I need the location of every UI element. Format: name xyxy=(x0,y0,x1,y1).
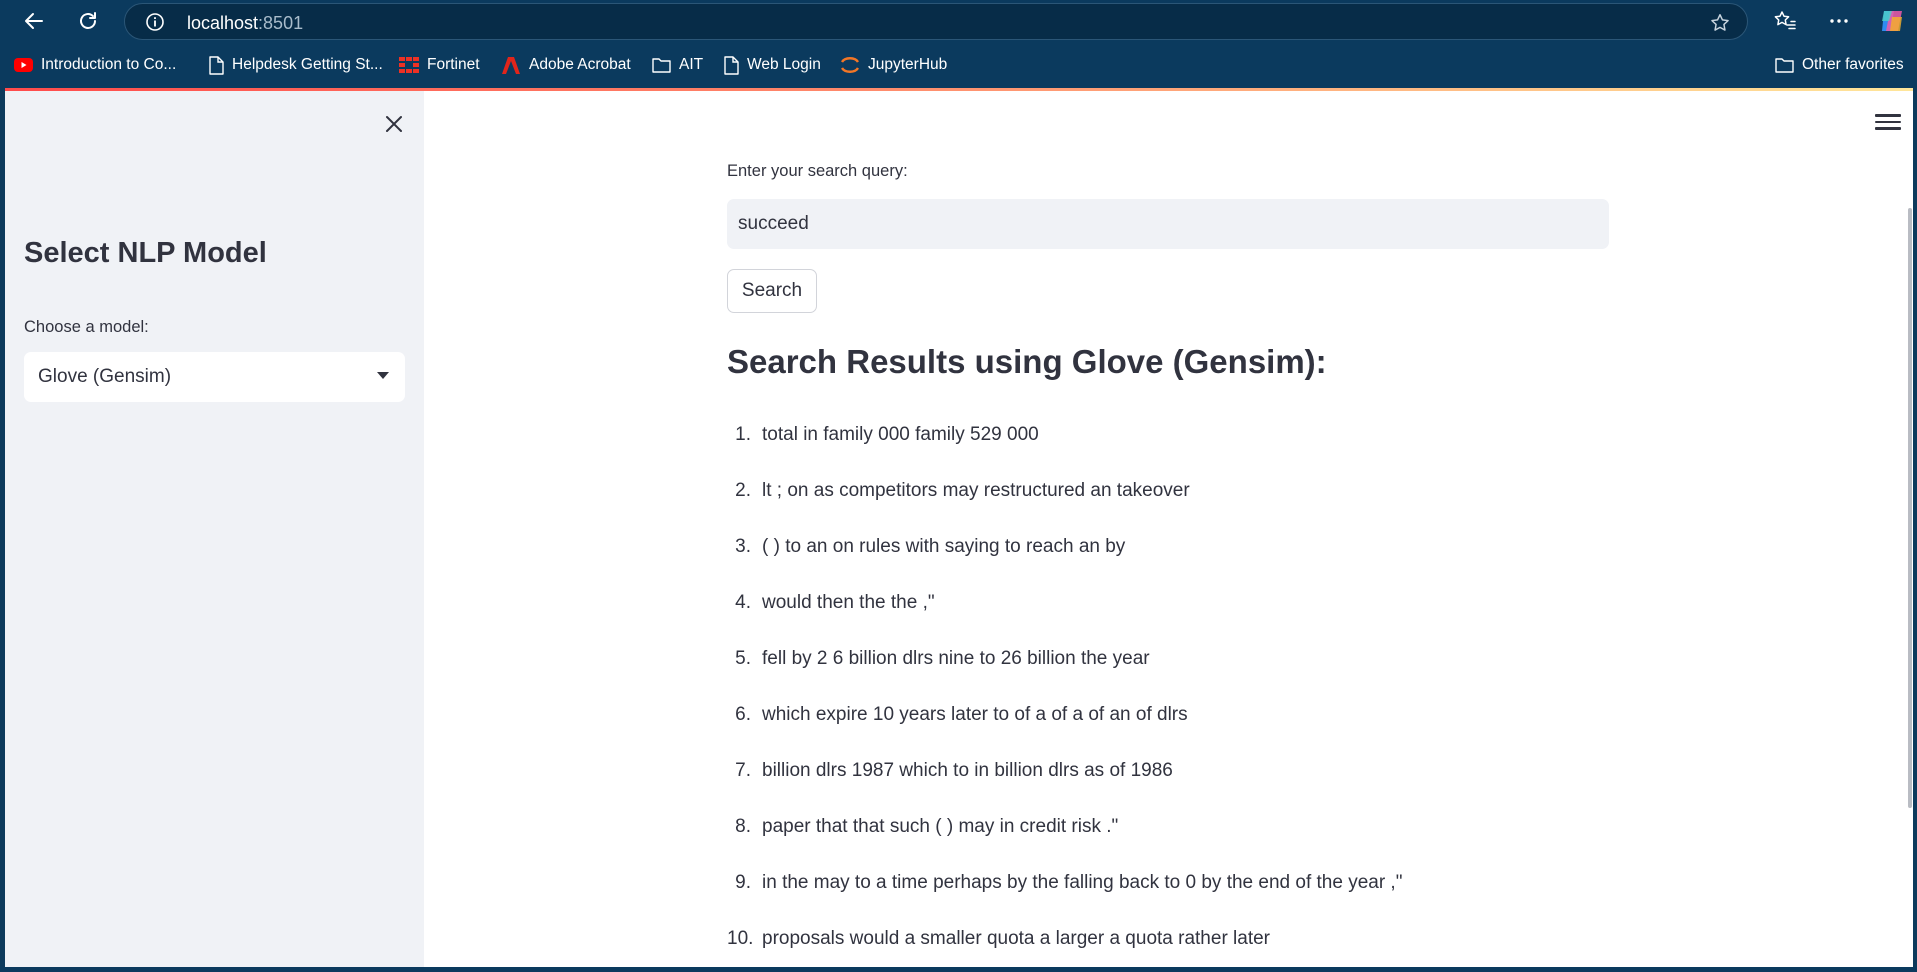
result-item: 4. would then the the ," xyxy=(727,592,1777,648)
copilot-icon xyxy=(1882,11,1902,31)
result-number: 9. xyxy=(735,872,751,893)
sidebar-title: Select NLP Model xyxy=(24,237,267,269)
model-select-label: Choose a model: xyxy=(24,318,149,336)
result-text: lt ; on as competitors may restructured … xyxy=(762,480,1190,501)
result-number: 8. xyxy=(735,816,751,837)
result-text: in the may to a time perhaps by the fall… xyxy=(762,872,1403,893)
bookmark-label: Web Login xyxy=(747,56,821,73)
result-text: paper that that such ( ) may in credit r… xyxy=(762,816,1119,837)
bookmark-fortinet[interactable]: Fortinet xyxy=(399,42,480,88)
more-icon xyxy=(1830,19,1848,23)
bookmark-adobe-acrobat[interactable]: Adobe Acrobat xyxy=(501,42,631,88)
page-icon xyxy=(209,55,224,75)
url-port: :8501 xyxy=(258,13,304,33)
close-icon xyxy=(386,116,402,132)
search-query-label: Enter your search query: xyxy=(727,162,908,180)
result-text: ( ) to an on rules with saying to reach … xyxy=(762,536,1126,557)
copilot-button[interactable] xyxy=(1872,4,1912,38)
result-text: proposals would a smaller quota a larger… xyxy=(762,928,1271,949)
bookmark-label: Introduction to Co... xyxy=(41,56,177,73)
favorites-button[interactable] xyxy=(1765,4,1805,38)
refresh-button[interactable] xyxy=(70,4,106,38)
result-number: 10. xyxy=(727,928,754,949)
window-frame-bottom xyxy=(0,967,1917,972)
jupyter-icon xyxy=(840,57,860,73)
youtube-icon xyxy=(14,58,33,72)
back-arrow-icon xyxy=(25,13,43,29)
bookmark-ait[interactable]: AIT xyxy=(652,42,703,88)
star-icon[interactable] xyxy=(1709,12,1731,34)
url-host: localhost xyxy=(187,13,259,33)
result-item: 8. paper that that such ( ) may in credit… xyxy=(727,816,1777,872)
search-input[interactable] xyxy=(727,199,1609,249)
scrollbar[interactable] xyxy=(1908,208,1912,808)
result-text: billion dlrs 1987 which to in billion dl… xyxy=(762,760,1173,781)
hamburger-icon-line xyxy=(1875,120,1901,124)
main-content: Enter your search query: Search Search R… xyxy=(424,91,1913,967)
bookmark-introduction[interactable]: Introduction to Co... xyxy=(14,42,176,88)
acrobat-icon xyxy=(502,56,520,74)
sidebar: Select NLP Model Choose a model: Glove (… xyxy=(5,91,424,967)
model-select-value: Glove (Gensim) xyxy=(38,366,172,387)
result-item: 6. which expire 10 years later to of a of… xyxy=(727,704,1777,760)
result-number: 1. xyxy=(735,424,751,445)
result-number: 5. xyxy=(735,648,751,669)
result-item: 10. proposals would a smaller quota a lar… xyxy=(727,928,1777,967)
result-text: which expire 10 years later to of a of a… xyxy=(762,704,1188,725)
result-number: 3. xyxy=(735,536,751,557)
browser-toolbar: localhost:8501 xyxy=(0,0,1917,42)
result-item: 3. ( ) to an on rules with saying to reac… xyxy=(727,536,1777,592)
bookmark-helpdesk[interactable]: Helpdesk Getting St... xyxy=(209,42,383,88)
main-menu-button[interactable] xyxy=(1875,109,1901,135)
result-text: total in family 000 family 529 000 xyxy=(762,424,1039,445)
result-item: 2. lt ; on as competitors may restructure… xyxy=(727,480,1777,536)
chevron-down-icon xyxy=(377,372,389,379)
folder-icon xyxy=(1775,58,1794,73)
result-item: 1. total in family 000 family 529 000 xyxy=(727,424,1777,480)
result-number: 7. xyxy=(735,760,751,781)
hamburger-icon-line xyxy=(1875,127,1901,130)
fortinet-icon xyxy=(399,57,419,73)
folder-icon xyxy=(652,58,671,73)
bookmarks-bar: Introduction to Co... Helpdesk Getting S… xyxy=(0,42,1917,88)
refresh-icon xyxy=(80,12,96,29)
bookmark-label: JupyterHub xyxy=(868,56,948,73)
close-sidebar-button[interactable] xyxy=(379,109,409,139)
url-text[interactable]: localhost:8501 xyxy=(187,13,303,34)
more-button[interactable] xyxy=(1819,4,1859,38)
model-select[interactable]: Glove (Gensim) xyxy=(24,352,405,402)
result-number: 2. xyxy=(735,480,751,501)
bookmark-other-favorites[interactable]: Other favorites xyxy=(1775,42,1904,88)
address-bar[interactable]: localhost:8501 xyxy=(124,3,1748,40)
hamburger-icon-line xyxy=(1875,114,1901,117)
favorites-icon xyxy=(1774,11,1796,30)
info-icon[interactable] xyxy=(145,12,165,32)
app-viewport: Select NLP Model Choose a model: Glove (… xyxy=(5,91,1913,967)
back-button[interactable] xyxy=(16,4,52,38)
page-icon xyxy=(724,55,739,75)
result-item: 5. fell by 2 6 billion dlrs nine to 26 bi… xyxy=(727,648,1777,704)
bookmark-web-login[interactable]: Web Login xyxy=(724,42,821,88)
bookmark-jupyterhub[interactable]: JupyterHub xyxy=(840,42,947,88)
bookmark-label: AIT xyxy=(679,56,704,73)
search-button[interactable]: Search xyxy=(727,269,817,313)
bookmark-label: Fortinet xyxy=(427,56,480,73)
result-item: 7. billion dlrs 1987 which to in billion … xyxy=(727,760,1777,816)
result-text: would then the the ," xyxy=(762,592,935,613)
result-number: 4. xyxy=(735,592,751,613)
results-list: 1. total in family 000 family 529 000 2. l… xyxy=(727,424,1777,967)
result-text: fell by 2 6 billion dlrs nine to 26 bill… xyxy=(762,648,1150,669)
results-title: Search Results using Glove (Gensim): xyxy=(727,343,1327,380)
bookmark-label: Helpdesk Getting St... xyxy=(232,56,383,73)
bookmark-label: Other favorites xyxy=(1802,56,1904,73)
result-number: 6. xyxy=(735,704,751,725)
result-item: 9. in the may to a time perhaps by the fa… xyxy=(727,872,1777,928)
bookmark-label: Adobe Acrobat xyxy=(529,56,631,73)
